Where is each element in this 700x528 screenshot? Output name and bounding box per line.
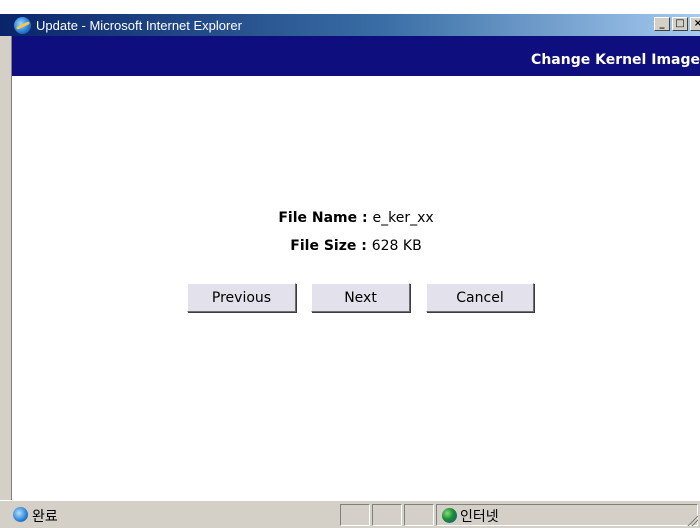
file-size-row: File Size : 628 KB: [12, 238, 700, 254]
cancel-button[interactable]: Cancel: [426, 283, 534, 312]
close-button[interactable]: ×: [690, 17, 700, 31]
internet-explorer-icon: [14, 16, 31, 34]
file-name-separator: :: [357, 210, 373, 226]
page-done-icon: [13, 507, 28, 522]
window-title: Update - Microsoft Internet Explorer: [36, 17, 242, 33]
minimize-button[interactable]: _: [654, 17, 670, 31]
next-button[interactable]: Next: [311, 283, 410, 312]
status-pane-privacy: [404, 504, 434, 526]
file-name-row: File Name : e_ker_xx: [12, 210, 700, 226]
window-titlebar[interactable]: Update - Microsoft Internet Explorer _ □…: [0, 14, 700, 36]
page-title: Change Kernel Image: [531, 52, 700, 68]
file-size-value: 628 KB: [371, 238, 422, 254]
status-text: 완료: [32, 509, 58, 525]
file-size-label: File Size: [290, 238, 357, 254]
status-pane-progress: [340, 504, 370, 526]
window-frame-left: [0, 36, 12, 500]
status-pane-ssl: [372, 504, 402, 526]
page-header: Change Kernel Image: [12, 36, 700, 76]
window-controls: _ □ ×: [654, 17, 700, 31]
internet-zone-icon: [442, 508, 457, 523]
file-name-label: File Name: [278, 210, 358, 226]
file-size-separator: :: [356, 238, 372, 254]
previous-button[interactable]: Previous: [187, 283, 296, 312]
resize-grip-icon[interactable]: [686, 514, 698, 526]
status-bar: 완료 인터넷: [0, 500, 700, 528]
file-name-value: e_ker_xx: [372, 210, 434, 226]
maximize-button[interactable]: □: [672, 17, 688, 31]
zone-text: 인터넷: [460, 509, 499, 525]
